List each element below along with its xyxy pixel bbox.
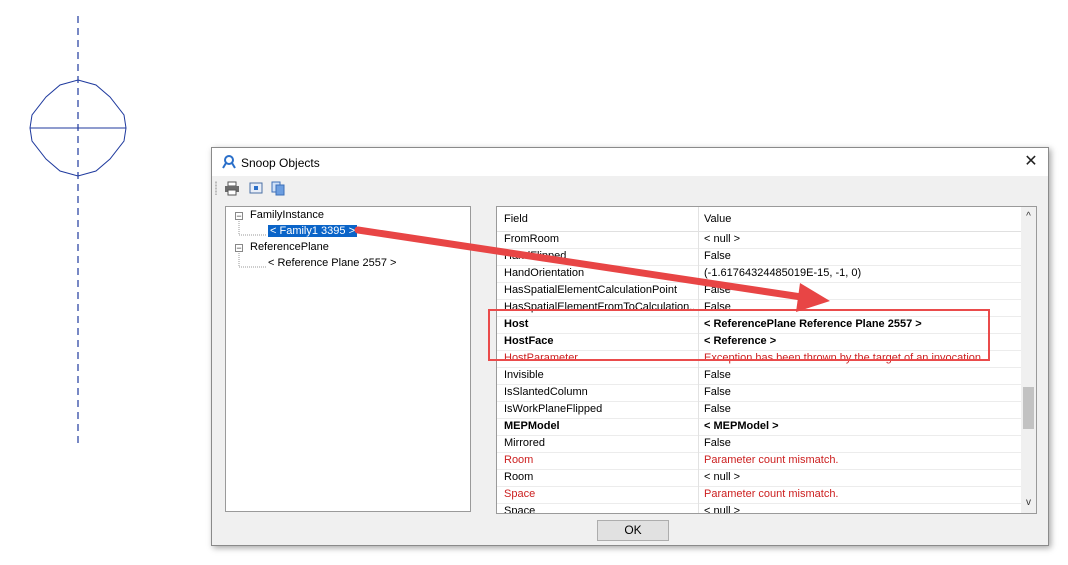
scroll-thumb[interactable]	[1023, 387, 1034, 429]
value-cell: < null >	[704, 471, 741, 483]
value-cell: < null >	[704, 505, 741, 514]
value-cell: (-1.61764324485019E-15, -1, 0)	[704, 267, 862, 279]
field-cell: HandOrientation	[504, 267, 585, 279]
snoop-app-icon	[222, 155, 236, 169]
field-cell: HandFlipped	[504, 250, 567, 262]
highlight-box-host	[488, 309, 990, 361]
grid-row[interactable]: FromRoom < null >	[497, 231, 1021, 249]
tree-node-reference-plane[interactable]: < Reference Plane 2557 >	[268, 256, 396, 271]
value-cell: False	[704, 369, 731, 381]
field-cell: Space	[504, 505, 536, 514]
value-cell: False	[704, 386, 731, 398]
field-cell: Room	[504, 471, 534, 483]
value-cell: < MEPModel >	[704, 420, 779, 432]
value-cell: False	[704, 250, 731, 262]
tree-connector-lines	[238, 221, 266, 268]
value-column-header[interactable]: Value	[704, 213, 731, 225]
snoop-icon[interactable]	[248, 180, 264, 196]
grid-row[interactable]: IsSlantedColumn False	[497, 384, 1021, 402]
value-cell: Parameter count mismatch.	[704, 488, 839, 500]
scroll-down-icon[interactable]: v	[1021, 497, 1036, 509]
value-cell: False	[704, 437, 731, 449]
object-tree[interactable]: − FamilyInstance < Family1 3395 > − Refe…	[225, 206, 471, 512]
grid-row[interactable]: Room Parameter count mismatch.	[497, 452, 1021, 470]
field-cell: IsSlantedColumn	[504, 386, 588, 398]
grid-row[interactable]: Mirrored False	[497, 435, 1021, 453]
title-bar: Snoop Objects ✕	[212, 148, 1048, 176]
field-cell: MEPModel	[504, 420, 560, 432]
field-cell: FromRoom	[504, 233, 560, 245]
grid-row[interactable]: IsWorkPlaneFlipped False	[497, 401, 1021, 419]
grid-row[interactable]: HasSpatialElementCalculationPoint False	[497, 282, 1021, 300]
window-title: Snoop Objects	[241, 156, 320, 170]
vertical-scrollbar[interactable]: ^ v	[1021, 207, 1036, 513]
value-cell: False	[704, 284, 731, 296]
toolbar-grip[interactable]	[215, 181, 217, 195]
grid-row[interactable]: MEPModel < MEPModel >	[497, 418, 1021, 436]
field-column-header[interactable]: Field	[504, 213, 528, 225]
grid-header: Field Value	[497, 207, 1021, 232]
toolbar	[212, 177, 1048, 199]
value-cell: False	[704, 403, 731, 415]
copy-icon[interactable]	[270, 180, 286, 196]
ok-button[interactable]: OK	[597, 520, 669, 541]
grid-row[interactable]: Space Parameter count mismatch.	[497, 486, 1021, 504]
grid-row[interactable]: Room < null >	[497, 469, 1021, 487]
grid-row[interactable]: HandOrientation (-1.61764324485019E-15, -…	[497, 265, 1021, 283]
grid-row[interactable]: HandFlipped False	[497, 248, 1021, 266]
print-icon[interactable]	[224, 180, 240, 196]
scroll-up-icon[interactable]: ^	[1021, 211, 1036, 223]
value-cell: Parameter count mismatch.	[704, 454, 839, 466]
grid-row[interactable]: Invisible False	[497, 367, 1021, 385]
field-cell: Mirrored	[504, 437, 545, 449]
field-cell: Room	[504, 454, 534, 466]
close-button[interactable]: ✕	[1014, 148, 1048, 176]
field-cell: HasSpatialElementCalculationPoint	[504, 284, 678, 296]
grid-row[interactable]: Space < null >	[497, 503, 1021, 514]
field-cell: Space	[504, 488, 536, 500]
field-cell: IsWorkPlaneFlipped	[504, 403, 603, 415]
value-cell: < null >	[704, 233, 741, 245]
field-cell: Invisible	[504, 369, 544, 381]
